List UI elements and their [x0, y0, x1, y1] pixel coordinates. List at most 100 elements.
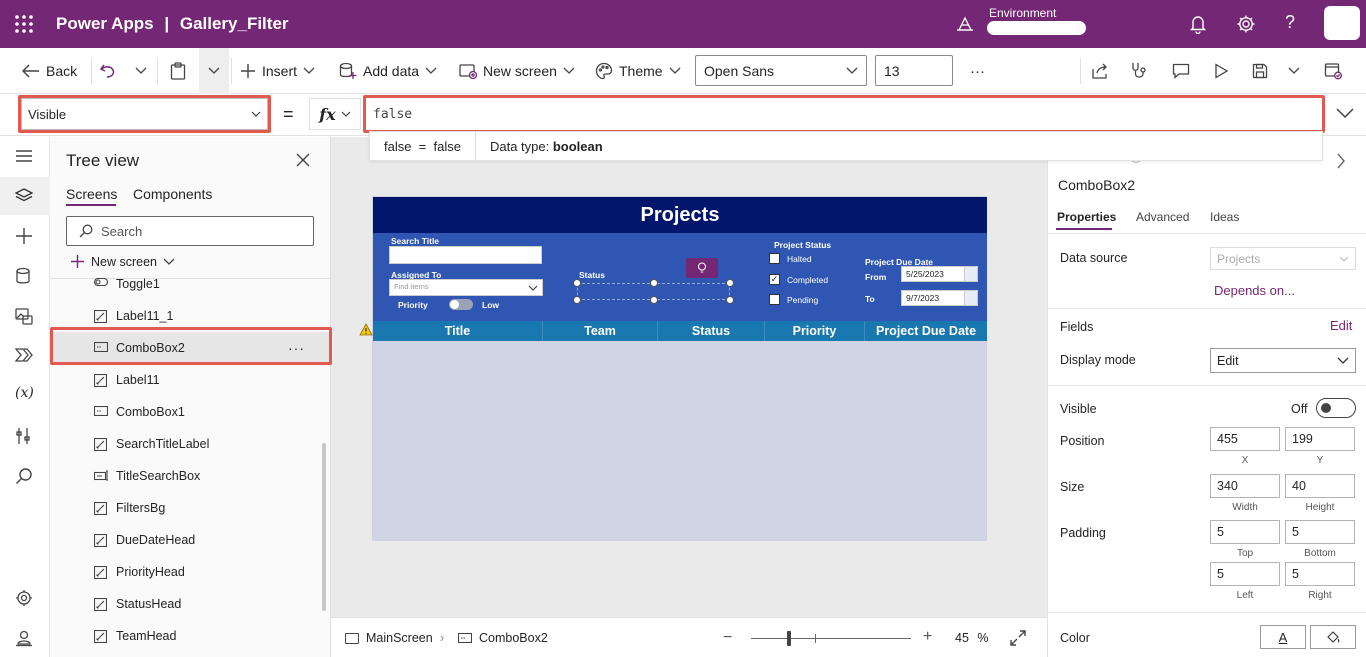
- depends-on-link[interactable]: Depends on...: [1214, 283, 1295, 298]
- settings-icon[interactable]: [15, 589, 35, 609]
- app-checker-button[interactable]: [1130, 48, 1148, 94]
- tab-advanced[interactable]: Advanced: [1136, 210, 1189, 224]
- comments-button[interactable]: [1172, 48, 1190, 94]
- help-icon[interactable]: ?: [1285, 12, 1295, 33]
- zoom-in-button[interactable]: +: [923, 628, 932, 646]
- zoom-out-button[interactable]: −: [723, 629, 732, 647]
- tree-search-box[interactable]: Search: [66, 216, 314, 246]
- undo-dropdown[interactable]: [135, 48, 147, 94]
- user-avatar[interactable]: [1324, 6, 1360, 40]
- tree-scrollbar[interactable]: [322, 443, 326, 611]
- new-screen-button[interactable]: New screen: [459, 48, 575, 94]
- visible-toggle[interactable]: [1316, 398, 1356, 418]
- status-checkbox-completed[interactable]: ✓: [769, 274, 780, 285]
- fill-color-button[interactable]: [1310, 625, 1356, 649]
- tree-item-searchtitlelabel[interactable]: SearchTitleLabel: [50, 428, 330, 460]
- paste-button[interactable]: [170, 48, 186, 94]
- advanced-tools-icon[interactable]: [15, 427, 35, 447]
- assigned-to-combobox[interactable]: Find items: [389, 279, 543, 296]
- tree-item-combobox1[interactable]: ComboBox1: [50, 396, 330, 428]
- save-dropdown[interactable]: [1288, 48, 1300, 94]
- property-highlight: [18, 95, 271, 133]
- ideas-bulb-button[interactable]: [686, 258, 718, 278]
- padding-top-input[interactable]: 5: [1210, 520, 1280, 544]
- data-source-select[interactable]: Projects: [1210, 247, 1356, 270]
- breadcrumb-screen[interactable]: MainScreen: [345, 631, 433, 645]
- tab-screens[interactable]: Screens: [66, 186, 117, 202]
- width-input[interactable]: 340: [1210, 474, 1280, 498]
- breadcrumb-control[interactable]: ComboBox2: [458, 631, 548, 645]
- display-mode-select[interactable]: Edit: [1210, 348, 1356, 373]
- fit-to-window-icon[interactable]: [1010, 630, 1026, 646]
- height-input[interactable]: 40: [1285, 474, 1355, 498]
- status-checkbox-halted[interactable]: [769, 253, 780, 264]
- environment-icon[interactable]: [956, 15, 974, 33]
- font-family-select[interactable]: Open Sans: [695, 55, 867, 86]
- environment-selector[interactable]: [987, 21, 1086, 35]
- warning-icon[interactable]: [359, 323, 373, 336]
- title-search-box[interactable]: [389, 246, 542, 264]
- data-icon[interactable]: [15, 267, 35, 287]
- padding-left-input[interactable]: 5: [1210, 562, 1280, 586]
- tab-components[interactable]: Components: [133, 186, 212, 202]
- padding-right-input[interactable]: 5: [1285, 562, 1355, 586]
- tree-item-filtersbg[interactable]: FiltersBg: [50, 492, 330, 524]
- expand-formula-icon[interactable]: [1336, 108, 1354, 118]
- waffle-menu-icon[interactable]: [14, 14, 34, 34]
- theme-button[interactable]: Theme: [595, 48, 681, 94]
- from-date-picker[interactable]: 5/25/2023: [901, 266, 978, 282]
- resize-handle[interactable]: [573, 296, 581, 304]
- tree-item-titlesearchbox[interactable]: TitleSearchBox: [50, 460, 330, 492]
- resize-handle[interactable]: [650, 279, 658, 287]
- undo-button[interactable]: [99, 48, 117, 94]
- insert-plus-icon[interactable]: [15, 227, 35, 247]
- tree-item-priorityhead[interactable]: PriorityHead: [50, 556, 330, 588]
- publish-button[interactable]: [1324, 48, 1342, 94]
- settings-gear-icon[interactable]: [1236, 14, 1256, 34]
- tree-item-duedatehead[interactable]: DueDateHead: [50, 524, 330, 556]
- position-x-input[interactable]: 455: [1210, 427, 1280, 451]
- tab-ideas[interactable]: Ideas: [1210, 210, 1239, 224]
- power-automate-icon[interactable]: [15, 347, 35, 367]
- tree-item-teamhead[interactable]: TeamHead: [50, 620, 330, 652]
- resize-handle[interactable]: [726, 279, 734, 287]
- zoom-slider-track[interactable]: [751, 638, 911, 639]
- virtual-agent-icon[interactable]: [15, 629, 35, 649]
- priority-toggle[interactable]: [449, 299, 473, 310]
- font-size-input[interactable]: 13: [875, 55, 953, 86]
- notifications-icon[interactable]: [1189, 14, 1207, 34]
- search-icon[interactable]: [15, 467, 35, 487]
- paste-dropdown[interactable]: [199, 48, 229, 94]
- share-button[interactable]: [1092, 48, 1110, 94]
- zoom-slider-thumb[interactable]: [787, 631, 792, 646]
- preview-play-button[interactable]: [1213, 48, 1229, 94]
- fields-edit-link[interactable]: Edit: [1330, 318, 1352, 333]
- variables-icon[interactable]: (x): [15, 385, 35, 405]
- insert-button[interactable]: Insert: [240, 48, 315, 94]
- tree-item-toggle1[interactable]: Toggle1: [50, 268, 330, 300]
- to-date-picker[interactable]: 9/7/2023: [901, 290, 978, 306]
- collapse-panel-icon[interactable]: [1336, 153, 1346, 169]
- position-y-input[interactable]: 199: [1285, 427, 1355, 451]
- resize-handle[interactable]: [650, 296, 658, 304]
- text-color-button[interactable]: A: [1260, 625, 1306, 649]
- add-data-button[interactable]: Add data: [339, 48, 437, 94]
- save-button[interactable]: [1252, 48, 1268, 94]
- layers-icon[interactable]: [15, 187, 35, 207]
- hamburger-menu-icon[interactable]: [15, 149, 35, 169]
- calendar-icon[interactable]: [964, 291, 977, 305]
- tree-item-label11[interactable]: Label11: [50, 364, 330, 396]
- fx-button[interactable]: fx: [309, 98, 361, 130]
- tree-item-statushead[interactable]: StatusHead: [50, 588, 330, 620]
- back-button[interactable]: Back: [22, 48, 77, 94]
- tree-new-screen-button[interactable]: New screen: [70, 254, 175, 269]
- close-icon[interactable]: [296, 153, 310, 167]
- resize-handle[interactable]: [726, 296, 734, 304]
- calendar-icon[interactable]: [964, 267, 977, 281]
- resize-handle[interactable]: [573, 279, 581, 287]
- padding-bottom-input[interactable]: 5: [1285, 520, 1355, 544]
- more-commands-button[interactable]: ···: [970, 48, 985, 94]
- status-checkbox-pending[interactable]: [769, 294, 780, 305]
- tab-properties[interactable]: Properties: [1057, 210, 1116, 224]
- media-icon[interactable]: [15, 307, 35, 327]
